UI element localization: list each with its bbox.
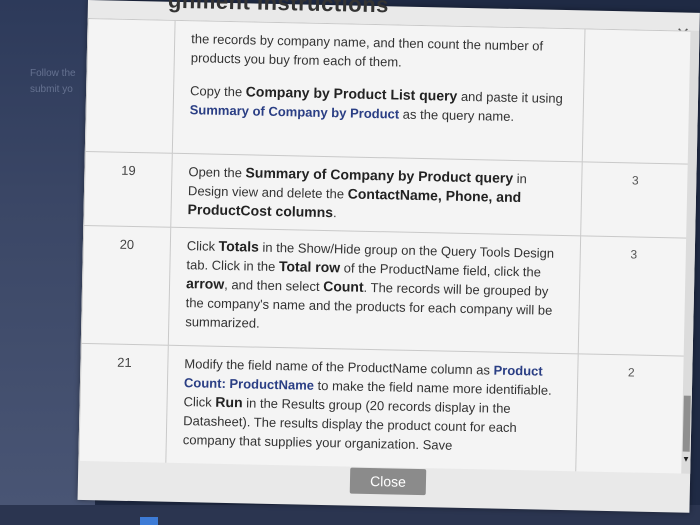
instruction-highlight: Company by Product List query [245, 83, 458, 104]
step-number-cell [85, 18, 176, 154]
step-number-cell: 21 [78, 343, 169, 474]
background-text-line: submit yo [30, 84, 73, 95]
dialog-title: gnment Instructions [167, 0, 390, 18]
instruction-text: the records by company name, and then co… [190, 31, 544, 70]
instructions-table: the records by company name, and then co… [78, 18, 692, 474]
table-row: 19 Open the Summary of Company by Product… [83, 151, 690, 239]
instruction-text: , and then select [224, 276, 324, 294]
instructions-dialog: gnment Instructions × the records by com… [77, 0, 700, 513]
instruction-text: Open the [188, 164, 246, 181]
table-row: 21 Modify the field name of the ProductNa… [78, 343, 686, 474]
instruction-cell: Modify the field name of the ProductName… [165, 345, 579, 474]
table-row: 20 Click Totals in the Show/Hide group on… [81, 225, 688, 357]
points-cell [582, 28, 692, 165]
instruction-highlight: Summary of Company by Product query [245, 164, 514, 186]
instruction-paragraph: Click Totals in the Show/Hide group on t… [185, 236, 560, 339]
instruction-cell: Click Totals in the Show/Hide group on t… [168, 227, 581, 354]
instruction-text: Modify the field name of the ProductName… [184, 356, 494, 378]
background-text: Follow the submit yo [30, 66, 76, 98]
instruction-paragraph: the records by company name, and then co… [191, 29, 565, 75]
scroll-down-icon[interactable]: ▼ [681, 455, 690, 464]
instruction-highlight: Count [323, 277, 364, 295]
instruction-highlight: arrow [185, 275, 225, 292]
scrollbar-thumb[interactable] [682, 395, 691, 452]
background-text-line: Follow the [30, 68, 76, 79]
instruction-text: Copy the [189, 83, 246, 100]
instructions-table-body: the records by company name, and then co… [78, 18, 692, 474]
instruction-highlight: Totals [218, 237, 260, 255]
points-cell: 2 [575, 353, 686, 474]
instruction-paragraph: Copy the Company by Product List query a… [190, 81, 564, 127]
taskbar-indicator [140, 517, 158, 525]
close-button[interactable]: Close [349, 467, 427, 496]
instruction-paragraph: Modify the field name of the ProductName… [183, 354, 558, 457]
instruction-highlight: Summary of Company by Product [189, 102, 400, 122]
step-number-cell: 20 [81, 225, 171, 346]
instruction-text: as the query name. [399, 106, 515, 124]
table-row: the records by company name, and then co… [85, 18, 692, 165]
instruction-paragraph: Open the Summary of Company by Product q… [187, 162, 561, 227]
instruction-text: of the ProductName field, click the [339, 260, 542, 280]
instruction-cell: Open the Summary of Company by Product q… [170, 153, 583, 236]
instruction-highlight: Run [215, 393, 243, 411]
points-cell: 3 [578, 235, 688, 357]
instruction-text: Click [186, 238, 219, 254]
points-cell: 3 [580, 161, 690, 239]
instruction-text: and paste it using [457, 88, 563, 106]
instruction-text: . [332, 205, 337, 221]
instruction-cell: the records by company name, and then co… [172, 20, 586, 162]
instruction-highlight: Total row [278, 258, 341, 276]
instructions-table-container[interactable]: the records by company name, and then co… [78, 17, 692, 474]
step-number-cell: 19 [83, 151, 173, 228]
